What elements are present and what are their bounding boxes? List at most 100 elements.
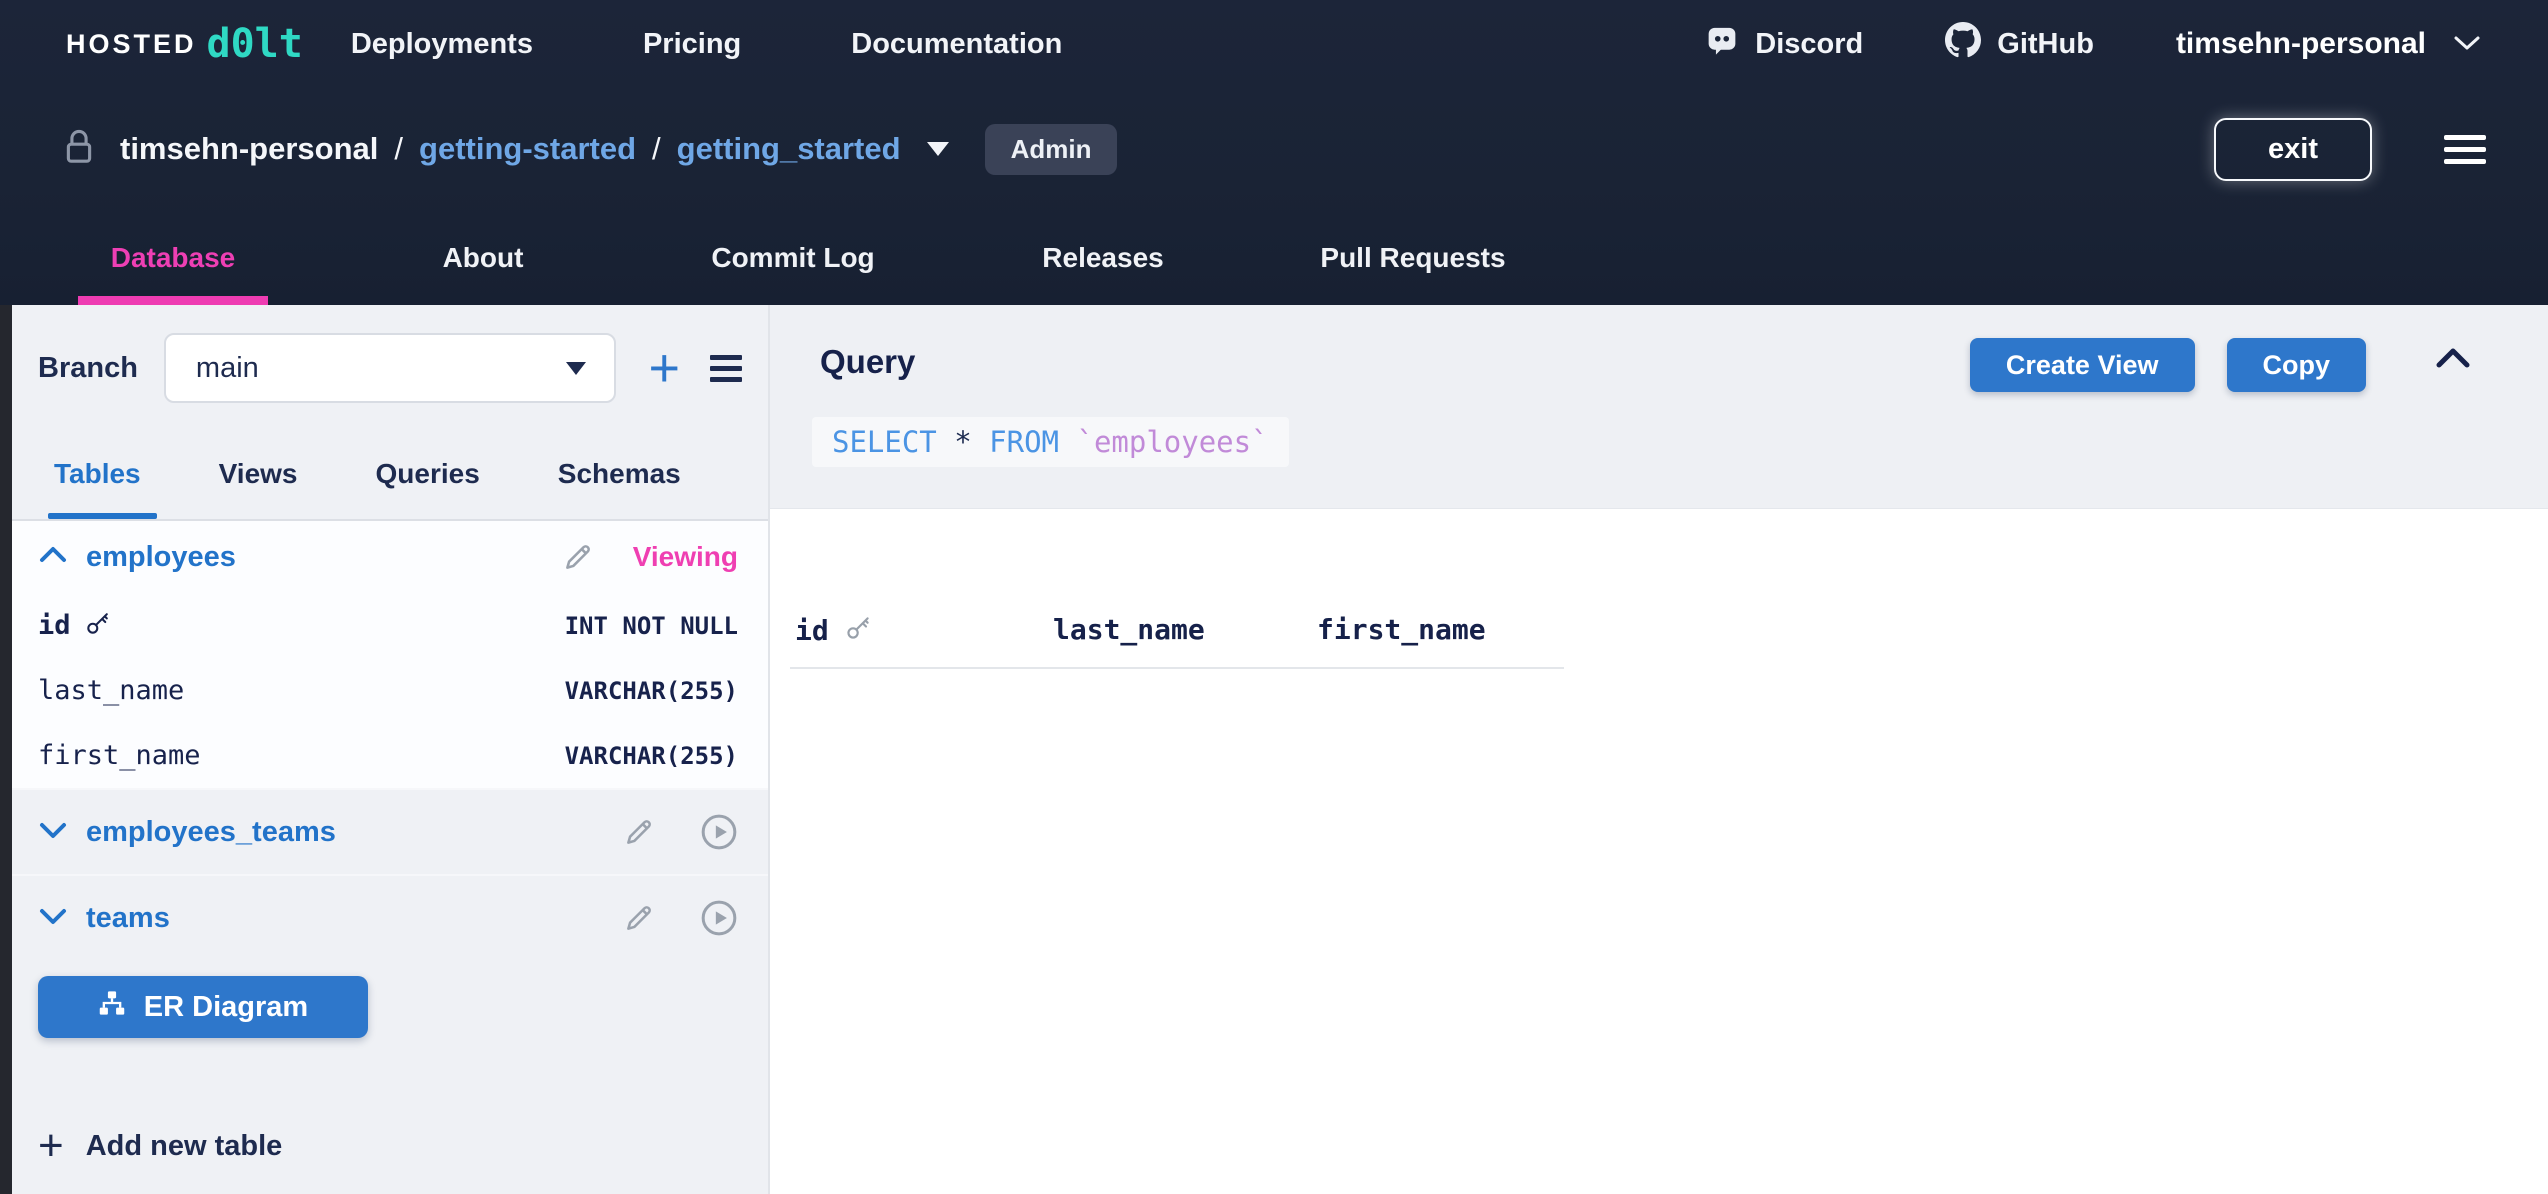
result-column-label: id: [795, 614, 829, 647]
play-circle-icon[interactable]: [700, 899, 738, 937]
branch-select[interactable]: main: [163, 333, 617, 403]
tab-releases[interactable]: Releases: [1010, 210, 1196, 305]
breadcrumb-database[interactable]: getting_started: [677, 131, 901, 167]
tab-pull-requests[interactable]: Pull Requests: [1320, 210, 1506, 305]
column-row-id: id INT NOT NULL: [12, 593, 768, 658]
sql-star: *: [954, 425, 972, 459]
github-link[interactable]: GitHub: [1945, 22, 2094, 66]
key-icon: [845, 613, 873, 648]
admin-badge: Admin: [984, 123, 1118, 175]
breadcrumb-owner[interactable]: timsehn-personal: [120, 131, 378, 167]
chevron-down-icon: [2452, 27, 2482, 61]
chevron-down-icon[interactable]: [38, 905, 68, 932]
breadcrumb-separator: /: [394, 131, 404, 166]
column-row-last-name: last_name VARCHAR(255): [12, 658, 768, 723]
result-column-label: last_name: [1053, 613, 1205, 646]
nav-links: Deployments Pricing Documentation: [351, 28, 1062, 61]
logo-hosted-text: HOSTED: [66, 28, 197, 59]
sidebar-tab-schemas[interactable]: Schemas: [558, 429, 681, 519]
query-workspace: Query SELECT * FROM `employees` Create V…: [770, 305, 2548, 1194]
top-header: HOSTED d0lt Deployments Pricing Document…: [0, 0, 2548, 305]
query-panel: Query SELECT * FROM `employees` Create V…: [770, 305, 2548, 509]
branch-select-value: main: [195, 351, 259, 384]
query-title: Query: [820, 343, 916, 380]
sidebar-tab-queries[interactable]: Queries: [376, 429, 480, 519]
nav-link-deployments[interactable]: Deployments: [351, 28, 533, 61]
query-actions: Create View Copy: [1969, 338, 2366, 392]
sidebar-tab-tables[interactable]: Tables: [48, 429, 157, 519]
table-group-employees: employees Viewing id INT NOT NULL last_n…: [12, 521, 768, 788]
database-dropdown-caret-icon[interactable]: [926, 142, 949, 156]
create-view-button[interactable]: Create View: [1969, 338, 2195, 392]
play-circle-icon[interactable]: [700, 813, 738, 851]
query-results: id last_name first_name: [770, 509, 2548, 1194]
er-diagram-button[interactable]: ER Diagram: [38, 976, 368, 1038]
table-row-employees[interactable]: employees Viewing: [12, 521, 768, 593]
table-row-employees-teams[interactable]: employees_teams: [12, 788, 768, 874]
sql-query-text[interactable]: SELECT * FROM `employees`: [812, 417, 1289, 467]
column-name-first-name: first_name: [38, 740, 201, 771]
table-name-employees[interactable]: employees: [86, 541, 236, 574]
result-column-header-id: id: [795, 613, 873, 648]
branch-row: Branch main +: [12, 305, 768, 403]
nav-link-pricing[interactable]: Pricing: [643, 28, 741, 61]
column-name-id: id: [38, 610, 71, 641]
add-new-table-button[interactable]: + Add new table: [12, 1124, 768, 1168]
branch-label: Branch: [38, 351, 138, 384]
breadcrumb-deployment[interactable]: getting-started: [419, 131, 636, 167]
chevron-up-icon[interactable]: [38, 544, 68, 571]
add-new-table-label: Add new table: [85, 1129, 283, 1162]
sidebar-tab-views[interactable]: Views: [219, 429, 298, 519]
hamburger-menu-icon[interactable]: [2444, 134, 2486, 164]
main-navbar: HOSTED d0lt Deployments Pricing Document…: [0, 0, 2548, 88]
column-type-id: INT NOT NULL: [564, 611, 738, 640]
hosted-dolt-app: HOSTED d0lt Deployments Pricing Document…: [0, 0, 2548, 1194]
discord-link[interactable]: Discord: [1705, 23, 1863, 65]
er-diagram-icon: [98, 989, 126, 1025]
table-name-employees-teams[interactable]: employees_teams: [86, 816, 336, 849]
collapse-panel-icon[interactable]: [2434, 345, 2472, 374]
column-type-first-name: VARCHAR(255): [564, 741, 738, 770]
edit-table-button[interactable]: [561, 540, 595, 574]
column-row-first-name: first_name VARCHAR(255): [12, 723, 768, 788]
window-edge-strip: [0, 305, 12, 1194]
repo-tabs: Database About Commit Log Releases Pull …: [0, 210, 2548, 305]
tab-commit-log[interactable]: Commit Log: [700, 210, 886, 305]
breadcrumb: timsehn-personal / getting-started / get…: [0, 88, 2548, 210]
sql-keyword-from: FROM: [989, 425, 1060, 459]
tab-database[interactable]: Database: [78, 210, 268, 305]
edit-table-button[interactable]: [622, 901, 656, 935]
edit-table-button[interactable]: [622, 815, 656, 849]
column-name-last-name: last_name: [38, 675, 185, 706]
account-menu[interactable]: timsehn-personal: [2176, 27, 2482, 61]
result-column-header-first-name: first_name: [1317, 613, 1486, 646]
content-area: Branch main + Tables Views Queries Schem…: [0, 305, 2548, 1194]
lock-icon: [62, 127, 96, 172]
tab-about[interactable]: About: [390, 210, 576, 305]
discord-label: Discord: [1755, 27, 1864, 60]
sidebar-tabs: Tables Views Queries Schemas: [12, 429, 768, 521]
sql-table-ref: `employees`: [1076, 425, 1269, 459]
result-column-header-last-name: last_name: [1053, 613, 1205, 646]
er-diagram-label: ER Diagram: [143, 990, 309, 1023]
nav-right-group: Discord GitHub timsehn-personal: [1705, 22, 2482, 66]
logo-dolt-text: d0lt: [206, 21, 303, 67]
new-branch-button[interactable]: +: [648, 341, 680, 395]
copy-button[interactable]: Copy: [2226, 338, 2366, 392]
sql-keyword-select: SELECT: [832, 425, 937, 459]
table-row-teams[interactable]: teams: [12, 874, 768, 960]
breadcrumb-separator: /: [652, 131, 661, 166]
hosted-dolt-logo[interactable]: HOSTED d0lt: [66, 24, 303, 64]
plus-icon: +: [38, 1121, 64, 1170]
github-icon: [1945, 22, 1982, 66]
key-icon: [85, 609, 112, 643]
account-name: timsehn-personal: [2175, 27, 2426, 60]
result-column-label: first_name: [1317, 613, 1486, 646]
exit-button[interactable]: exit: [2214, 117, 2372, 181]
column-type-last-name: VARCHAR(255): [564, 676, 738, 705]
table-name-teams[interactable]: teams: [86, 902, 170, 935]
chevron-down-icon[interactable]: [38, 819, 68, 846]
discord-icon: [1705, 23, 1739, 65]
branch-list-icon[interactable]: [710, 354, 742, 382]
nav-link-documentation[interactable]: Documentation: [851, 28, 1062, 61]
